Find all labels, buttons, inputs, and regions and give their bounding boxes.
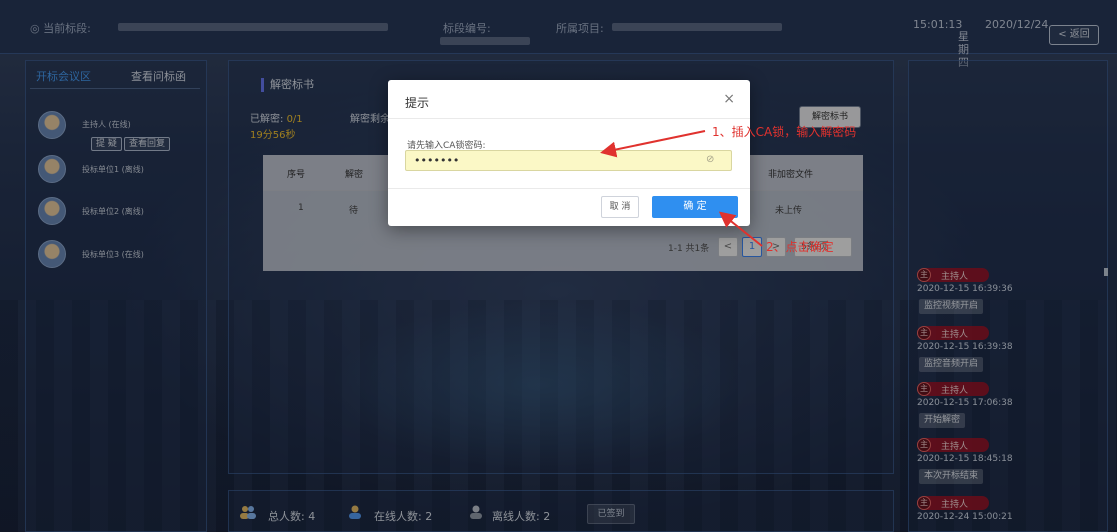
password-dialog: 提示 × 请先输入CA锁密码: ••••••• ⊘ 取 消 确 定 (388, 80, 750, 226)
ca-password-input[interactable]: ••••••• (405, 150, 732, 171)
dialog-divider (388, 188, 750, 189)
eye-hidden-icon[interactable]: ⊘ (706, 154, 714, 165)
cancel-button[interactable]: 取 消 (601, 196, 639, 218)
close-icon[interactable]: × (723, 91, 735, 107)
dialog-divider (388, 118, 750, 119)
confirm-button[interactable]: 确 定 (652, 196, 738, 218)
dialog-title: 提示 (405, 96, 430, 110)
annotation-step-1: 1、插入CA锁，输入解密码 (712, 125, 857, 139)
annotation-step-2: 2、点击确定 (766, 240, 834, 254)
